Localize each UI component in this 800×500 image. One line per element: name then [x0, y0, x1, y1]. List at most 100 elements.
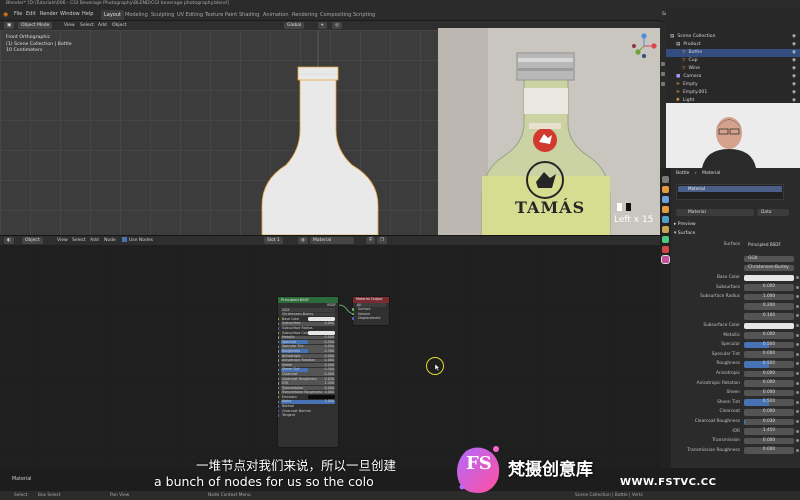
input-socket-icon[interactable]: [278, 317, 279, 321]
tab-animation[interactable]: Animation: [260, 10, 292, 20]
input-socket-icon[interactable]: [278, 327, 279, 330]
surface-field-value[interactable]: 0.000: [744, 380, 794, 387]
viewport-menu-view[interactable]: View: [64, 22, 75, 29]
surface-field-value[interactable]: 0.000: [744, 370, 794, 378]
modifier-tab-icon[interactable]: [662, 246, 669, 253]
surface-field-value[interactable]: 0.000: [744, 409, 794, 416]
surface-field-value[interactable]: 0.030: [744, 418, 794, 426]
surface-field-value[interactable]: 0.000: [744, 447, 794, 454]
outliner-item[interactable]: ▽ Wine ◉: [666, 65, 800, 73]
input-socket-icon[interactable]: [278, 340, 279, 344]
keyframe-dot-icon[interactable]: [796, 333, 799, 337]
input-socket-icon[interactable]: [278, 400, 279, 404]
input-socket-icon[interactable]: [278, 322, 279, 325]
input-socket-icon[interactable]: [278, 409, 279, 413]
fake-user-icon[interactable]: ⛨: [366, 237, 376, 244]
keyframe-dot-icon[interactable]: [796, 381, 799, 385]
material-name-field[interactable]: Material: [310, 237, 354, 244]
keyframe-dot-icon[interactable]: [796, 372, 799, 375]
tab-scripting[interactable]: Scripting: [350, 10, 378, 20]
material-output-node[interactable]: Material Output All Surface Volume Displ…: [351, 296, 390, 326]
outliner-item[interactable]: ✢ Empty.001 ◉: [666, 89, 800, 97]
surface-field-value[interactable]: 0.500: [744, 361, 794, 368]
keyframe-dot-icon[interactable]: [796, 448, 799, 452]
tab-modeling[interactable]: Modeling: [122, 10, 151, 20]
keyframe-dot-icon[interactable]: [796, 420, 799, 423]
input-socket-icon[interactable]: [278, 368, 279, 371]
keyframe-dot-icon[interactable]: [796, 324, 799, 327]
input-socket-icon[interactable]: [278, 350, 279, 353]
menu-render[interactable]: Render: [40, 8, 58, 21]
viewport-menu-select[interactable]: Select: [80, 22, 94, 29]
surface-field-value[interactable]: 0.000: [744, 332, 794, 339]
input-socket-icon[interactable]: [278, 391, 279, 394]
distribution-dropdown[interactable]: GGX: [744, 255, 794, 263]
surface-field-value[interactable]: 0.000: [744, 437, 794, 445]
editor-type-button[interactable]: ▣: [4, 22, 15, 29]
input-socket-icon[interactable]: [278, 336, 279, 339]
tab-texture-paint[interactable]: Texture Paint: [202, 10, 240, 20]
visibility-eye-icon[interactable]: ◉: [792, 49, 796, 57]
render-tab-icon[interactable]: [662, 186, 669, 193]
node-menu-select[interactable]: Select: [72, 237, 86, 244]
material-tab-icon[interactable]: [661, 255, 670, 264]
input-socket-icon[interactable]: [278, 396, 279, 399]
node-menu-view[interactable]: View: [57, 237, 68, 244]
color-swatch[interactable]: [308, 317, 335, 321]
surface-field-value[interactable]: 0.500: [744, 341, 794, 349]
principled-bsdf-node[interactable]: Principled BSDF BSDF GGX Christensen-Bur…: [277, 296, 339, 448]
visibility-eye-icon[interactable]: ◉: [792, 73, 796, 81]
input-socket-icon[interactable]: [278, 382, 279, 385]
surface-field-value[interactable]: [744, 274, 794, 282]
node-menu-add[interactable]: Add: [90, 237, 99, 244]
preview-panel-header[interactable]: ▸ Preview: [674, 222, 696, 227]
input-socket-icon[interactable]: [278, 359, 279, 362]
outliner-item[interactable]: ✢ Empty ◉: [666, 81, 800, 89]
view-layer-tab-icon[interactable]: [662, 206, 669, 213]
surface-field-value[interactable]: 0.000: [744, 351, 794, 358]
viewport-menu-object[interactable]: Object: [112, 22, 127, 29]
keyframe-dot-icon[interactable]: [796, 400, 799, 404]
surface-field-value[interactable]: 0.000: [744, 389, 794, 397]
surface-field-value[interactable]: 0.100: [744, 313, 794, 320]
input-socket-icon[interactable]: [278, 345, 279, 348]
visibility-eye-icon[interactable]: ◉: [792, 89, 796, 97]
color-swatch[interactable]: [308, 395, 335, 399]
camera-toggle-icon[interactable]: [661, 82, 665, 86]
color-swatch[interactable]: [308, 331, 335, 335]
tab-layout[interactable]: Layout: [101, 10, 124, 20]
keyframe-dot-icon[interactable]: [796, 285, 799, 289]
node-editor-type-button[interactable]: ◐: [4, 237, 14, 244]
output-tab-icon[interactable]: [662, 196, 669, 203]
input-socket-icon[interactable]: [278, 405, 279, 408]
tab-sculpting[interactable]: Sculpting: [148, 10, 177, 20]
visibility-eye-icon[interactable]: ◉: [792, 65, 796, 73]
keyframe-dot-icon[interactable]: [796, 352, 799, 356]
input-socket-icon[interactable]: [278, 377, 279, 381]
input-socket-icon[interactable]: [278, 373, 279, 376]
use-nodes-checkbox[interactable]: Use Nodes: [122, 237, 153, 244]
menu-help[interactable]: Help: [82, 8, 93, 21]
material-slot-item[interactable]: Material: [678, 186, 782, 192]
tab-shading[interactable]: Shading: [236, 10, 262, 20]
keyframe-dot-icon[interactable]: [796, 429, 799, 433]
tab-compositing[interactable]: Compositing: [317, 10, 354, 20]
node-menu-node[interactable]: Node: [104, 237, 116, 244]
world-tab-icon[interactable]: [662, 226, 669, 233]
viewport-3d[interactable]: [0, 30, 438, 235]
slot-dropdown[interactable]: Slot 1: [264, 237, 283, 244]
input-socket-icon[interactable]: [278, 414, 279, 417]
tool-tab-icon[interactable]: [662, 176, 669, 183]
snap-icon[interactable]: ⌖: [318, 22, 327, 29]
link-data-dropdown[interactable]: Data: [757, 209, 789, 216]
surface-field-value[interactable]: 0.000: [744, 284, 794, 291]
tab-rendering[interactable]: Rendering: [289, 10, 321, 20]
menu-edit[interactable]: Edit: [26, 8, 36, 21]
blender-logo-icon[interactable]: ◉: [3, 8, 8, 21]
keyframe-dot-icon[interactable]: [796, 304, 799, 308]
visibility-eye-icon[interactable]: ◉: [792, 41, 796, 49]
visibility-eye-icon[interactable]: ◉: [792, 33, 796, 41]
shader-type-dropdown[interactable]: Object: [22, 237, 43, 244]
surface-field-value[interactable]: 1.000: [744, 293, 794, 301]
input-socket-icon[interactable]: [278, 386, 279, 390]
